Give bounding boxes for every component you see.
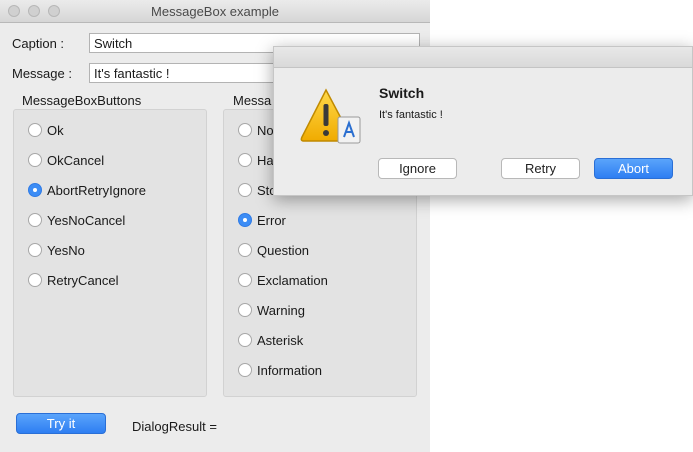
radio-yesnocancel-circle[interactable] (28, 213, 42, 227)
radio-exclamation[interactable]: Exclamation (238, 270, 328, 290)
radio-retrycancel-label: RetryCancel (47, 272, 119, 288)
radio-none[interactable]: No (238, 120, 274, 140)
radio-stop-circle[interactable] (238, 183, 252, 197)
radio-okcancel[interactable]: OkCancel (28, 150, 104, 170)
radio-information-circle[interactable] (238, 363, 252, 377)
radio-hand[interactable]: Ha (238, 150, 274, 170)
radio-information-label: Information (257, 362, 323, 378)
radio-warning-label: Warning (257, 302, 305, 318)
dialog-message: It's fantastic ! (379, 109, 443, 121)
radio-none-circle[interactable] (238, 123, 252, 137)
radio-none-label: No (257, 122, 274, 138)
try-it-button[interactable]: Try it (16, 413, 106, 434)
radio-yesno[interactable]: YesNo (28, 240, 85, 260)
radio-error[interactable]: Error (238, 210, 286, 230)
radio-okcancel-label: OkCancel (47, 152, 105, 168)
radio-stop[interactable]: Sto (238, 180, 277, 200)
radio-abortretryignore-label: AbortRetryIgnore (47, 182, 146, 198)
buttons-group: Ok OkCancel AbortRetryIgnore YesNoCancel… (13, 109, 207, 397)
radio-information[interactable]: Information (238, 360, 322, 380)
radio-asterisk-circle[interactable] (238, 333, 252, 347)
radio-warning[interactable]: Warning (238, 300, 305, 320)
icon-group-title: Messa (233, 93, 272, 108)
radio-question-label: Question (257, 242, 310, 258)
warning-icon (300, 88, 361, 144)
radio-ok[interactable]: Ok (28, 120, 64, 140)
message-label: Message : (12, 66, 72, 81)
radio-hand-label: Ha (257, 152, 274, 168)
radio-abortretryignore[interactable]: AbortRetryIgnore (28, 180, 146, 200)
radio-error-label: Error (257, 212, 286, 228)
ignore-button[interactable]: Ignore (378, 158, 457, 179)
dialog-title: Switch (379, 85, 425, 101)
radio-exclamation-label: Exclamation (257, 272, 328, 288)
radio-hand-circle[interactable] (238, 153, 252, 167)
caption-label: Caption : (12, 36, 65, 51)
title-bar: MessageBox example (0, 0, 430, 23)
radio-retrycancel-circle[interactable] (28, 273, 42, 287)
radio-asterisk-label: Asterisk (257, 332, 304, 348)
dialog-title-bar (274, 47, 692, 68)
radio-yesno-label: YesNo (47, 242, 85, 258)
radio-question[interactable]: Question (238, 240, 309, 260)
radio-question-circle[interactable] (238, 243, 252, 257)
radio-yesno-circle[interactable] (28, 243, 42, 257)
abort-button[interactable]: Abort (594, 158, 673, 179)
radio-asterisk[interactable]: Asterisk (238, 330, 303, 350)
radio-retrycancel[interactable]: RetryCancel (28, 270, 119, 290)
retry-button[interactable]: Retry (501, 158, 580, 179)
buttons-group-title: MessageBoxButtons (22, 93, 142, 108)
message-box-dialog: Switch It's fantastic ! Ignore Retry Abo… (273, 46, 693, 196)
radio-error-circle[interactable] (238, 213, 252, 227)
radio-yesnocancel[interactable]: YesNoCancel (28, 210, 125, 230)
radio-okcancel-circle[interactable] (28, 153, 42, 167)
radio-ok-circle[interactable] (28, 123, 42, 137)
radio-warning-circle[interactable] (238, 303, 252, 317)
radio-exclamation-circle[interactable] (238, 273, 252, 287)
radio-abortretryignore-circle[interactable] (28, 183, 42, 197)
dialog-result-label: DialogResult = (132, 419, 217, 434)
radio-ok-label: Ok (47, 122, 64, 138)
radio-yesnocancel-label: YesNoCancel (47, 212, 126, 228)
window-title: MessageBox example (151, 4, 279, 19)
